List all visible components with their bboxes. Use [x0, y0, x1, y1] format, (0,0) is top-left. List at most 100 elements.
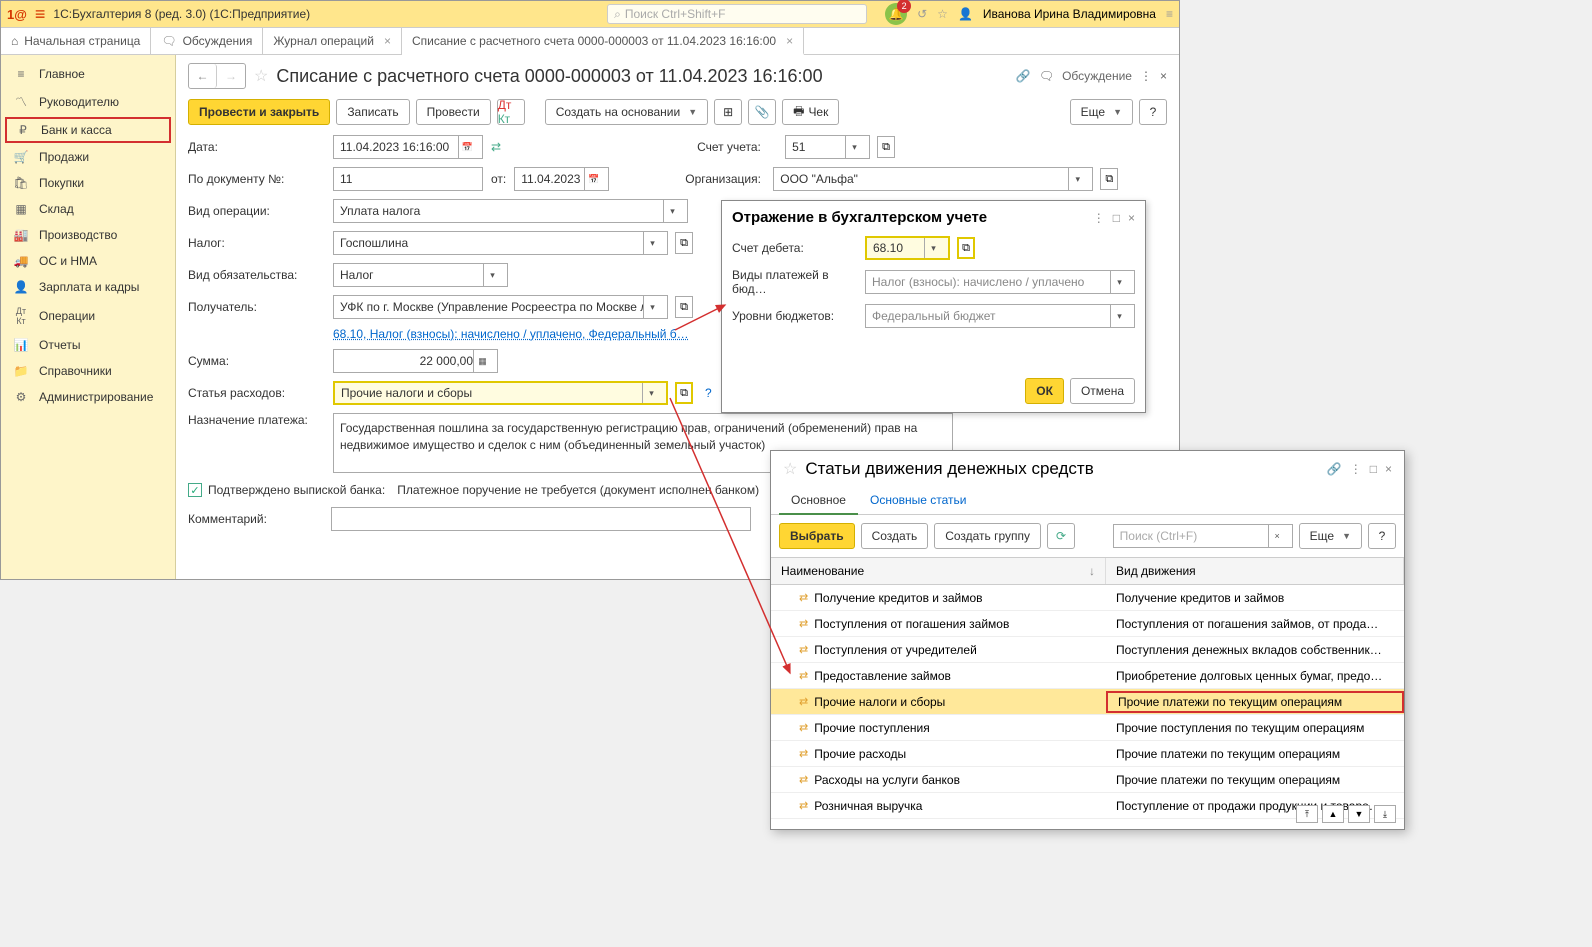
- create-group-button[interactable]: Создать группу: [934, 523, 1041, 549]
- burger-icon[interactable]: ≡: [35, 4, 46, 25]
- date-input[interactable]: 11.04.2023 16:16:00📅: [333, 135, 483, 159]
- kebab-icon[interactable]: ⋮: [1140, 69, 1152, 83]
- table-row[interactable]: ⇄Предоставление займовПриобретение долго…: [771, 663, 1404, 689]
- cheque-button[interactable]: 🖶Чек: [782, 99, 839, 125]
- sidebar-item-main[interactable]: ≡Главное: [1, 61, 175, 87]
- post-button[interactable]: Провести: [416, 99, 491, 125]
- dds-search-input[interactable]: Поиск (Ctrl+F)×: [1113, 524, 1293, 548]
- chevron-down-icon[interactable]: ▾: [1110, 271, 1128, 293]
- close-icon[interactable]: ×: [786, 34, 793, 48]
- open-button[interactable]: ⧉: [1100, 168, 1118, 190]
- menu-icon[interactable]: ≡: [1166, 7, 1173, 21]
- budget-input[interactable]: Федеральный бюджет▾: [865, 304, 1135, 328]
- link-icon[interactable]: 🔗: [1327, 462, 1342, 476]
- help-button[interactable]: ?: [1368, 523, 1396, 549]
- close-icon[interactable]: ×: [384, 34, 391, 48]
- open-button[interactable]: ⧉: [675, 382, 693, 404]
- favorite-star-icon[interactable]: ☆: [783, 459, 797, 479]
- maximize-icon[interactable]: □: [1113, 211, 1120, 225]
- select-button[interactable]: Выбрать: [779, 523, 855, 549]
- tab-discuss[interactable]: 🗨Обсуждения: [151, 28, 263, 54]
- comment-input[interactable]: [331, 507, 751, 531]
- kebab-icon[interactable]: ⋮: [1350, 462, 1362, 476]
- close-icon[interactable]: ×: [1128, 211, 1135, 225]
- dds-tab-items[interactable]: Основные статьи: [858, 487, 979, 514]
- tab-document[interactable]: Списание с расчетного счета 0000-000003 …: [402, 28, 804, 55]
- open-button[interactable]: ⧉: [877, 136, 895, 158]
- sidebar-item-sales[interactable]: 🛒Продажи: [1, 144, 175, 170]
- table-row[interactable]: ⇄Поступления от погашения займовПоступле…: [771, 611, 1404, 637]
- sidebar-item-warehouse[interactable]: ▦Склад: [1, 196, 175, 222]
- chevron-down-icon[interactable]: ▾: [1110, 305, 1128, 327]
- table-row[interactable]: ⇄Прочие поступленияПрочие поступления по…: [771, 715, 1404, 741]
- sidebar-item-admin[interactable]: ⚙Администрирование: [1, 384, 175, 410]
- bell-icon[interactable]: 🔔2: [885, 3, 907, 25]
- tab-journal[interactable]: Журнал операций×: [263, 28, 402, 54]
- discuss-icon[interactable]: 🗨: [1039, 69, 1054, 83]
- ok-button[interactable]: ОК: [1025, 378, 1064, 404]
- calc-icon[interactable]: ▦: [473, 350, 491, 372]
- sidebar-item-production[interactable]: 🏭Производство: [1, 222, 175, 248]
- table-row[interactable]: ⇄Прочие расходыПрочие платежи по текущим…: [771, 741, 1404, 767]
- more-button[interactable]: Еще▼: [1070, 99, 1133, 125]
- recipient-input[interactable]: УФК по г. Москве (Управление Росреестра …: [333, 295, 668, 319]
- docdate-input[interactable]: 11.04.2023📅: [514, 167, 609, 191]
- chevron-down-icon[interactable]: ▾: [924, 238, 942, 258]
- calendar-icon[interactable]: 📅: [584, 168, 602, 190]
- sidebar-item-manager[interactable]: 〽Руководителю: [1, 87, 175, 116]
- confirmed-checkbox[interactable]: ✓: [188, 483, 202, 497]
- user-name[interactable]: Иванова Ирина Владимировна: [983, 7, 1156, 21]
- sum-input[interactable]: 22 000,00▦: [333, 349, 498, 373]
- back-button[interactable]: ←: [189, 64, 217, 88]
- discuss-link[interactable]: Обсуждение: [1062, 69, 1132, 83]
- kebab-icon[interactable]: ⋮: [1093, 211, 1105, 225]
- sidebar-item-bank[interactable]: ₽Банк и касса: [5, 117, 171, 143]
- chevron-down-icon[interactable]: ▾: [1068, 168, 1086, 190]
- scroll-up-button[interactable]: ▲: [1322, 805, 1344, 823]
- expense-item-input[interactable]: Прочие налоги и сборы▾: [333, 381, 668, 405]
- open-button[interactable]: ⧉: [957, 237, 975, 259]
- chevron-down-icon[interactable]: ▾: [643, 232, 661, 254]
- tax-input[interactable]: Госпошлина▾: [333, 231, 668, 255]
- paytype-input[interactable]: Налог (взносы): начислено / уплачено▾: [865, 270, 1135, 294]
- help-button[interactable]: ?: [1139, 99, 1167, 125]
- sidebar-item-salary[interactable]: 👤Зарплата и кадры: [1, 274, 175, 300]
- refresh-button[interactable]: ⟳: [1047, 523, 1075, 549]
- scroll-bottom-button[interactable]: ⤓: [1374, 805, 1396, 823]
- history-icon[interactable]: ↺: [917, 7, 927, 21]
- debit-input[interactable]: 68.10▾: [865, 236, 950, 260]
- table-row[interactable]: ⇄Поступления от учредителейПоступления д…: [771, 637, 1404, 663]
- table-row[interactable]: ⇄Прочие налоги и сборыПрочие платежи по …: [771, 689, 1404, 715]
- more-button[interactable]: Еще▼: [1299, 523, 1362, 549]
- help-icon[interactable]: ?: [705, 386, 712, 400]
- col-type[interactable]: Вид движения: [1106, 558, 1404, 584]
- scroll-top-button[interactable]: ⤒: [1296, 805, 1318, 823]
- save-button[interactable]: Записать: [336, 99, 409, 125]
- global-search[interactable]: ⌕ Поиск Ctrl+Shift+F: [607, 4, 867, 24]
- close-icon[interactable]: ×: [1385, 462, 1392, 476]
- open-button[interactable]: ⧉: [675, 232, 693, 254]
- chevron-down-icon[interactable]: ▾: [663, 200, 681, 222]
- account-input[interactable]: 51▾: [785, 135, 870, 159]
- accounting-detail-link[interactable]: 68.10, Налог (взносы): начислено / уплач…: [333, 327, 689, 341]
- sidebar-item-purchases[interactable]: 🛍Покупки: [1, 170, 175, 196]
- col-name[interactable]: Наименование↓: [771, 558, 1106, 584]
- create-based-button[interactable]: Создать на основании▼: [545, 99, 708, 125]
- scroll-down-button[interactable]: ▼: [1348, 805, 1370, 823]
- related-button[interactable]: ⊞: [714, 99, 742, 125]
- chevron-down-icon[interactable]: ▾: [642, 383, 660, 403]
- tab-start[interactable]: ⌂Начальная страница: [1, 28, 151, 54]
- docno-input[interactable]: 11: [333, 167, 483, 191]
- open-button[interactable]: ⧉: [675, 296, 693, 318]
- post-close-button[interactable]: Провести и закрыть: [188, 99, 330, 125]
- star-icon[interactable]: ☆: [937, 7, 948, 21]
- attach-button[interactable]: 📎: [748, 99, 776, 125]
- chevron-down-icon[interactable]: ▾: [483, 264, 501, 286]
- calendar-icon[interactable]: 📅: [458, 136, 476, 158]
- dds-tab-main[interactable]: Основное: [779, 487, 858, 515]
- chevron-down-icon[interactable]: ▾: [643, 296, 661, 318]
- sidebar-item-assets[interactable]: 🚚ОС и НМА: [1, 248, 175, 274]
- favorite-star-icon[interactable]: ☆: [254, 66, 268, 86]
- sidebar-item-reports[interactable]: 📊Отчеты: [1, 332, 175, 358]
- sidebar-item-catalogs[interactable]: 📁Справочники: [1, 358, 175, 384]
